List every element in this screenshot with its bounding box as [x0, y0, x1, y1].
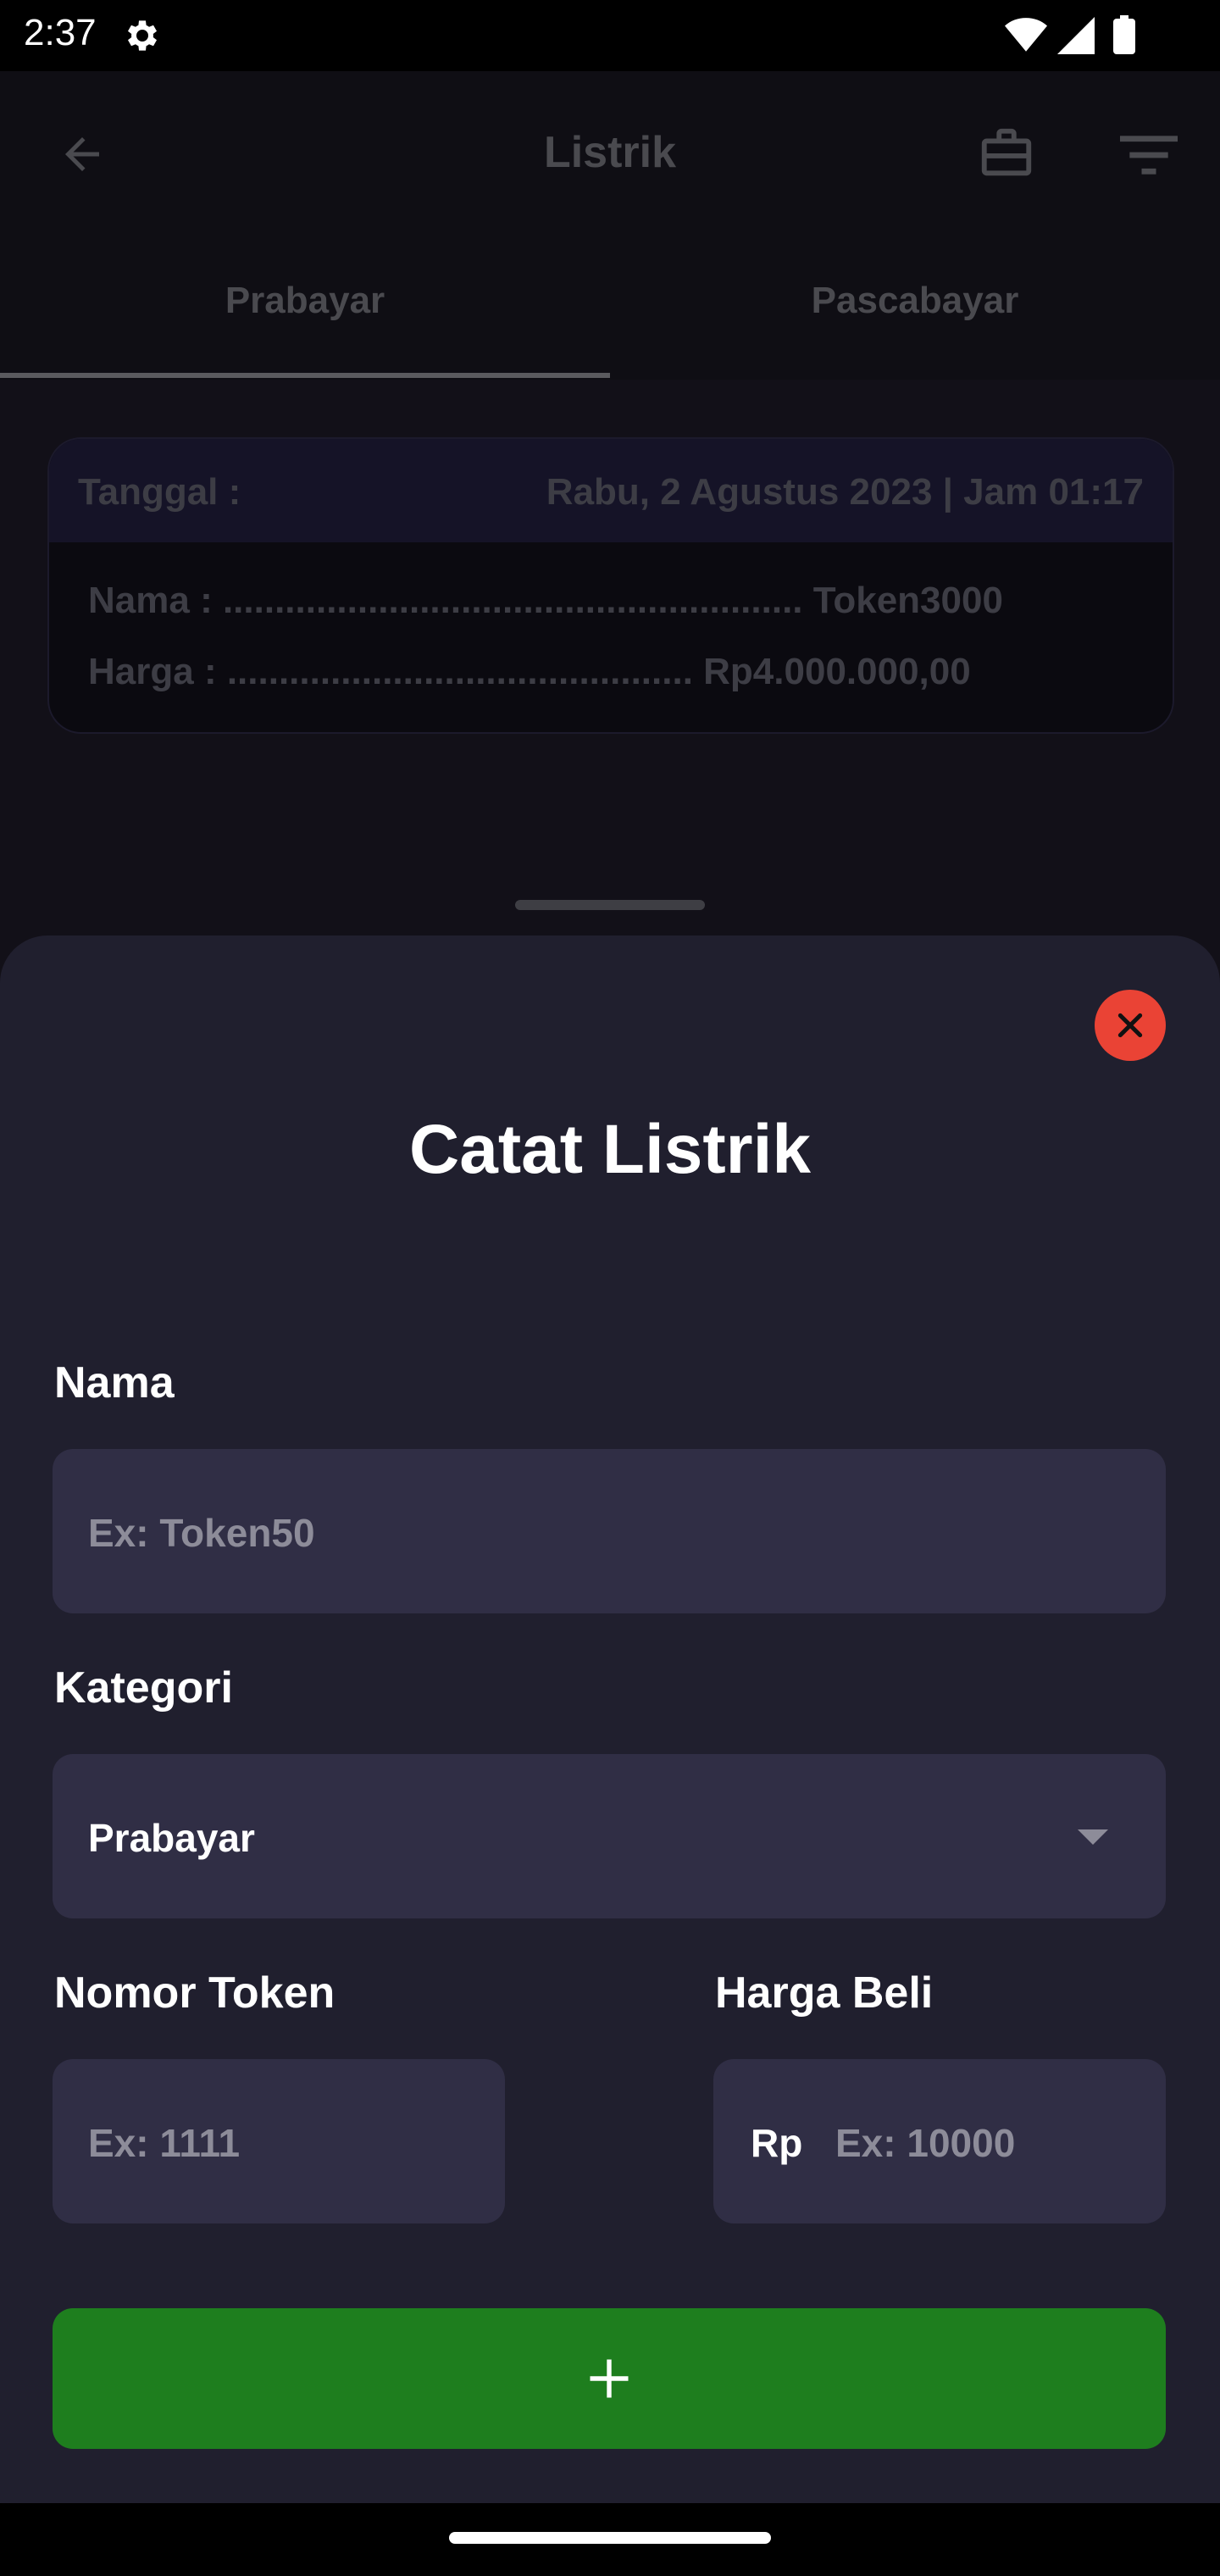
token-placeholder: Ex: 1111	[88, 2121, 241, 2165]
token-input[interactable]: Ex: 1111	[53, 2059, 505, 2223]
tab-indicator	[0, 373, 610, 378]
battery-icon	[1113, 15, 1135, 54]
close-icon	[1117, 1013, 1143, 1038]
tab-prabayar[interactable]: Prabayar	[0, 280, 610, 322]
token-label: Nomor Token	[54, 1968, 336, 2018]
name-placeholder: Ex: Token50	[88, 1511, 315, 1555]
plus-icon	[590, 2359, 629, 2398]
price-placeholder: Ex: 10000	[835, 2121, 1016, 2165]
home-indicator[interactable]	[449, 2532, 771, 2544]
tab-pascabayar[interactable]: Pascabayar	[610, 280, 1220, 322]
category-label: Kategori	[54, 1663, 233, 1713]
status-time: 2:37	[24, 12, 97, 53]
filter-icon[interactable]	[1120, 136, 1178, 175]
briefcase-icon[interactable]	[974, 124, 1039, 183]
page-title: Listrik	[543, 128, 677, 177]
category-value: Prabayar	[88, 1816, 255, 1860]
settings-icon	[128, 20, 157, 51]
sheet-title: Catat Listrik	[409, 1111, 811, 1188]
signal-icon	[1057, 17, 1095, 54]
close-button[interactable]	[1095, 990, 1166, 1061]
back-arrow-icon[interactable]	[51, 129, 114, 180]
price-label: Harga Beli	[715, 1968, 934, 2018]
price-prefix: Rp	[751, 2121, 803, 2165]
card-name-row: Nama : .................................…	[88, 580, 1003, 621]
transaction-card[interactable]: Tanggal : Rabu, 2 Agustus 2023 | Jam 01:…	[47, 437, 1174, 734]
card-date-value: Rabu, 2 Agustus 2023 | Jam 01:17	[546, 471, 1144, 513]
name-input[interactable]: Ex: Token50	[53, 1449, 1166, 1613]
add-button[interactable]	[53, 2308, 1166, 2449]
wifi-icon	[1005, 18, 1047, 52]
category-select[interactable]: Prabayar	[53, 1754, 1166, 1918]
dropdown-arrow-icon	[1078, 1829, 1108, 1845]
price-input[interactable]: Rp Ex: 10000	[713, 2059, 1166, 2223]
card-price-row: Harga : ................................…	[88, 651, 971, 692]
card-date-label: Tanggal :	[78, 471, 241, 513]
drag-handle[interactable]	[515, 900, 705, 910]
name-label: Nama	[54, 1358, 175, 1407]
